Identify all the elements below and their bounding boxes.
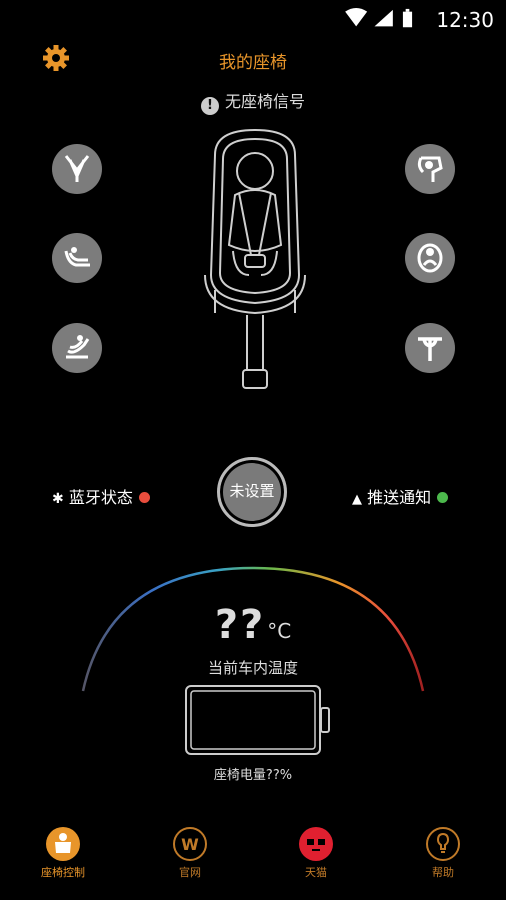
status-icons <box>345 8 413 28</box>
bottom-nav: 座椅控制 W 官网 天猫 帮助 <box>0 820 506 900</box>
harness-icon <box>64 155 90 182</box>
harness-button[interactable] <box>52 144 102 194</box>
cellular-signal-icon <box>374 9 393 27</box>
temperature-label: 当前车内温度 <box>207 659 298 677</box>
nav-label-help: 帮助 <box>432 866 454 879</box>
push-label: 推送通知 <box>367 488 432 507</box>
status-time: 12:30 <box>436 8 494 32</box>
status-bar: 12:30 <box>0 0 506 40</box>
warning-icon: ! <box>200 97 219 115</box>
bluetooth-label: 蓝牙状态 <box>68 488 133 507</box>
rotate-seat-button[interactable] <box>52 323 102 373</box>
app-header: 我的座椅 <box>0 40 506 80</box>
battery-gauge <box>185 685 330 755</box>
bluetooth-status: ✱ 蓝牙状态 <box>52 484 150 508</box>
recline-button[interactable] <box>52 233 102 283</box>
signal-status: ! 无座椅信号 <box>0 88 506 115</box>
temperature-unit: °C <box>267 619 292 643</box>
svg-text:W: W <box>181 835 199 854</box>
push-status-dot <box>437 492 449 503</box>
battery-status-icon <box>402 8 413 28</box>
nav-help[interactable]: 帮助 <box>398 820 488 880</box>
help-icon <box>426 827 460 861</box>
wifi-icon <box>345 8 368 27</box>
bluetooth-status-dot <box>138 492 150 503</box>
headrest-icon <box>417 156 443 182</box>
signal-text: 无座椅信号 <box>224 92 305 111</box>
rotate-seat-icon <box>66 335 90 359</box>
nav-label-seat-control: 座椅控制 <box>41 866 85 879</box>
seat-setup-button[interactable]: 未设置 <box>217 457 287 527</box>
headrest-button[interactable] <box>405 144 455 194</box>
battery-label: 座椅电量??% <box>213 768 293 783</box>
seat-front-button[interactable] <box>405 233 455 283</box>
temperature-reading: ?? °C <box>0 602 506 648</box>
bell-icon: ▲ <box>352 492 362 507</box>
seat-control-icon <box>46 827 80 861</box>
support-leg-icon <box>418 337 442 361</box>
nav-seat-control[interactable]: 座椅控制 <box>18 820 108 880</box>
website-icon: W <box>173 827 207 861</box>
page-title: 我的座椅 <box>219 53 287 73</box>
recline-icon <box>64 247 90 267</box>
seat-front-icon <box>417 243 443 273</box>
temperature-value: ?? <box>214 602 266 648</box>
nav-website[interactable]: W 官网 <box>145 820 235 880</box>
car-seat-illustration <box>204 128 306 389</box>
nav-tmall[interactable]: 天猫 <box>271 820 361 880</box>
bluetooth-icon: ✱ <box>52 491 64 507</box>
nav-label-website: 官网 <box>179 866 201 879</box>
nav-label-tmall: 天猫 <box>305 866 327 879</box>
tmall-icon <box>299 827 333 861</box>
push-notification-status: ▲ 推送通知 <box>352 484 449 508</box>
support-leg-button[interactable] <box>405 323 455 373</box>
